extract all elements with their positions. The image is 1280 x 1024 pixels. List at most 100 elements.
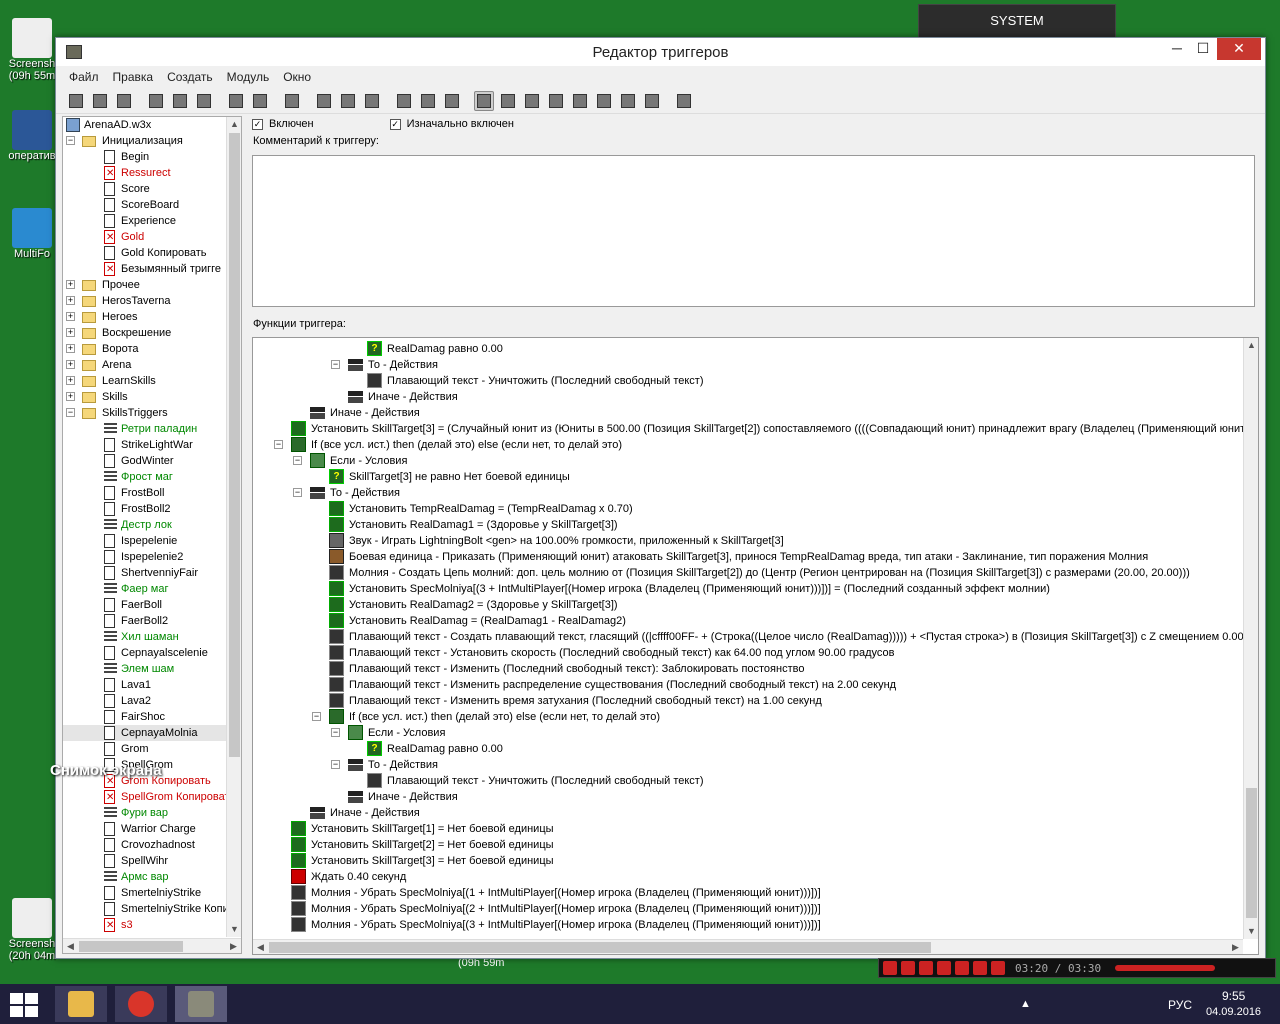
save-icon[interactable] [114, 91, 134, 111]
expand-toggle-icon[interactable]: + [66, 360, 75, 369]
terrain-editor-icon[interactable] [474, 90, 494, 111]
collapse-toggle-icon[interactable]: − [293, 456, 302, 465]
tree-trigger[interactable]: Ретри паладин [63, 421, 227, 437]
scroll-right-icon[interactable]: ▶ [1228, 940, 1243, 954]
function-row[interactable]: Плавающий текст - Установить скорость (П… [253, 645, 1243, 661]
expand-toggle-icon[interactable]: − [66, 136, 75, 145]
expand-toggle-icon[interactable]: + [66, 280, 75, 289]
stop-icon[interactable] [919, 961, 933, 975]
object-editor-icon[interactable] [546, 91, 566, 111]
tree-trigger[interactable]: Безымянный тригге [63, 261, 227, 278]
function-row[interactable]: Молния - Создать Цепь молний: доп. цель … [253, 565, 1243, 581]
menu-create[interactable]: Создать [160, 70, 220, 84]
tree-trigger[interactable]: ShertvenniyFair [63, 565, 227, 581]
delete-icon[interactable] [282, 91, 302, 111]
function-row[interactable]: Ждать 0.40 секунд [253, 869, 1243, 885]
collapse-toggle-icon[interactable]: − [331, 760, 340, 769]
start-button[interactable] [10, 993, 38, 1017]
new-category-icon[interactable] [314, 91, 334, 111]
collapse-toggle-icon[interactable]: − [274, 440, 283, 449]
tree-trigger[interactable]: Crovozhadnost [63, 837, 227, 853]
tree-trigger[interactable]: Фури вар [63, 805, 227, 821]
tree-trigger[interactable]: FrostBoll [63, 485, 227, 501]
tree-trigger[interactable]: Begin [63, 149, 227, 165]
scroll-thumb[interactable] [1246, 788, 1257, 918]
scroll-thumb[interactable] [229, 133, 240, 757]
function-row[interactable]: Плавающий текст - Уничтожить (Последний … [253, 773, 1243, 789]
tree-folder[interactable]: − Инициализация [63, 133, 227, 149]
trigger-tree[interactable]: ArenaAD.w3x−ИнициализацияBeginRessurectS… [62, 116, 242, 954]
function-row[interactable]: − То - Действия [253, 757, 1243, 773]
menu-module[interactable]: Модуль [220, 70, 277, 84]
campaign-editor-icon[interactable] [570, 91, 590, 111]
tree-trigger[interactable]: Фрост маг [63, 469, 227, 485]
desktop-icon-word[interactable]: оператив [2, 110, 62, 162]
cut-icon[interactable] [146, 91, 166, 111]
function-row[interactable]: Плавающий текст - Изменить распределение… [253, 677, 1243, 693]
expand-toggle-icon[interactable]: + [66, 344, 75, 353]
tree-trigger[interactable]: Хил шаман [63, 629, 227, 645]
clock-date[interactable]: 04.09.2016 [1206, 1006, 1261, 1018]
function-row[interactable]: Установить SkillTarget[2] = Нет боевой е… [253, 837, 1243, 853]
expand-toggle-icon[interactable]: + [66, 296, 75, 305]
tree-trigger[interactable]: Дестр лок [63, 517, 227, 533]
tree-trigger[interactable]: s3 [63, 917, 227, 934]
scroll-down-icon[interactable]: ▼ [227, 922, 241, 937]
function-row[interactable]: Иначе - Действия [253, 389, 1243, 405]
function-row[interactable]: Установить RealDamag1 = (Здоровье у Skil… [253, 517, 1243, 533]
repeat-icon[interactable] [973, 961, 987, 975]
scroll-thumb[interactable] [79, 941, 183, 952]
tree-trigger[interactable]: Warrior Charge [63, 821, 227, 837]
desktop-icon-multifon[interactable]: MultiFo [2, 208, 62, 260]
function-row[interactable]: − То - Действия [253, 357, 1243, 373]
action-icon[interactable] [442, 91, 462, 111]
tree-trigger[interactable]: GodWinter [63, 453, 227, 469]
object-manager-icon[interactable] [618, 91, 638, 111]
clock-time[interactable]: 9:55 [1222, 989, 1245, 1003]
tree-trigger[interactable]: FairShoc [63, 709, 227, 725]
ai-editor-icon[interactable] [594, 91, 614, 111]
pause-icon[interactable] [901, 961, 915, 975]
title-bar[interactable]: Редактор триггеров ─ ☐ ✕ [56, 38, 1265, 66]
redo-icon[interactable] [250, 91, 270, 111]
expand-toggle-icon[interactable]: + [66, 312, 75, 321]
function-row[interactable]: − Если - Условия [253, 453, 1243, 469]
scroll-down-icon[interactable]: ▼ [1244, 924, 1258, 939]
scroll-left-icon[interactable]: ◀ [253, 940, 268, 954]
tree-folder[interactable]: + Skills [63, 389, 227, 405]
function-row[interactable]: Установить RealDamag2 = (Здоровье у Skil… [253, 597, 1243, 613]
tree-trigger[interactable]: Lava2 [63, 693, 227, 709]
new-icon[interactable] [66, 91, 86, 111]
tree-trigger[interactable]: SpellGrom Копироват [63, 789, 230, 806]
tree-trigger[interactable]: SpellWihr [63, 853, 227, 869]
function-row[interactable]: Плавающий текст - Изменить (Последний св… [253, 661, 1243, 677]
function-row[interactable]: Установить RealDamag = (RealDamag1 - Rea… [253, 613, 1243, 629]
undo-icon[interactable] [226, 91, 246, 111]
expand-toggle-icon[interactable]: − [66, 408, 75, 417]
tree-trigger[interactable]: Армс вар [63, 869, 227, 885]
trigger-editor-icon[interactable] [498, 91, 518, 111]
function-row[interactable]: Установить SkillTarget[3] = (Случайный ю… [253, 421, 1243, 437]
tree-vertical-scrollbar[interactable]: ▲ ▼ [226, 117, 241, 937]
function-row[interactable]: Молния - Убрать SpecMolniya[(3 + IntMult… [253, 917, 1243, 933]
tree-trigger[interactable]: StrikeLightWar [63, 437, 227, 453]
scroll-right-icon[interactable]: ▶ [226, 939, 241, 953]
paste-icon[interactable] [194, 91, 214, 111]
scroll-up-icon[interactable]: ▲ [227, 117, 241, 132]
tree-trigger[interactable]: Ispepelenie2 [63, 549, 227, 565]
function-row[interactable]: Молния - Убрать SpecMolniya[(1 + IntMult… [253, 885, 1243, 901]
tree-trigger[interactable]: Experience [63, 213, 227, 229]
taskbar-world-editor[interactable] [175, 986, 227, 1022]
taskbar-chrome[interactable] [115, 986, 167, 1022]
tray-arrow-icon[interactable]: ▲ [1020, 998, 1031, 1010]
rewind-icon[interactable] [937, 961, 951, 975]
tree-folder[interactable]: + Воскрешение [63, 325, 227, 341]
enabled-checkbox[interactable]: ✓ [252, 118, 263, 130]
functions-vertical-scrollbar[interactable]: ▲ ▼ [1243, 338, 1258, 939]
function-row[interactable]: − То - Действия [253, 485, 1243, 501]
open-icon[interactable] [90, 91, 110, 111]
sound-editor-icon[interactable] [522, 91, 542, 111]
tree-folder[interactable]: + Прочее [63, 277, 227, 293]
desktop-icon-screenshot-2[interactable]: Screensh (20h 04m [2, 898, 62, 962]
function-row[interactable]: Иначе - Действия [253, 789, 1243, 805]
